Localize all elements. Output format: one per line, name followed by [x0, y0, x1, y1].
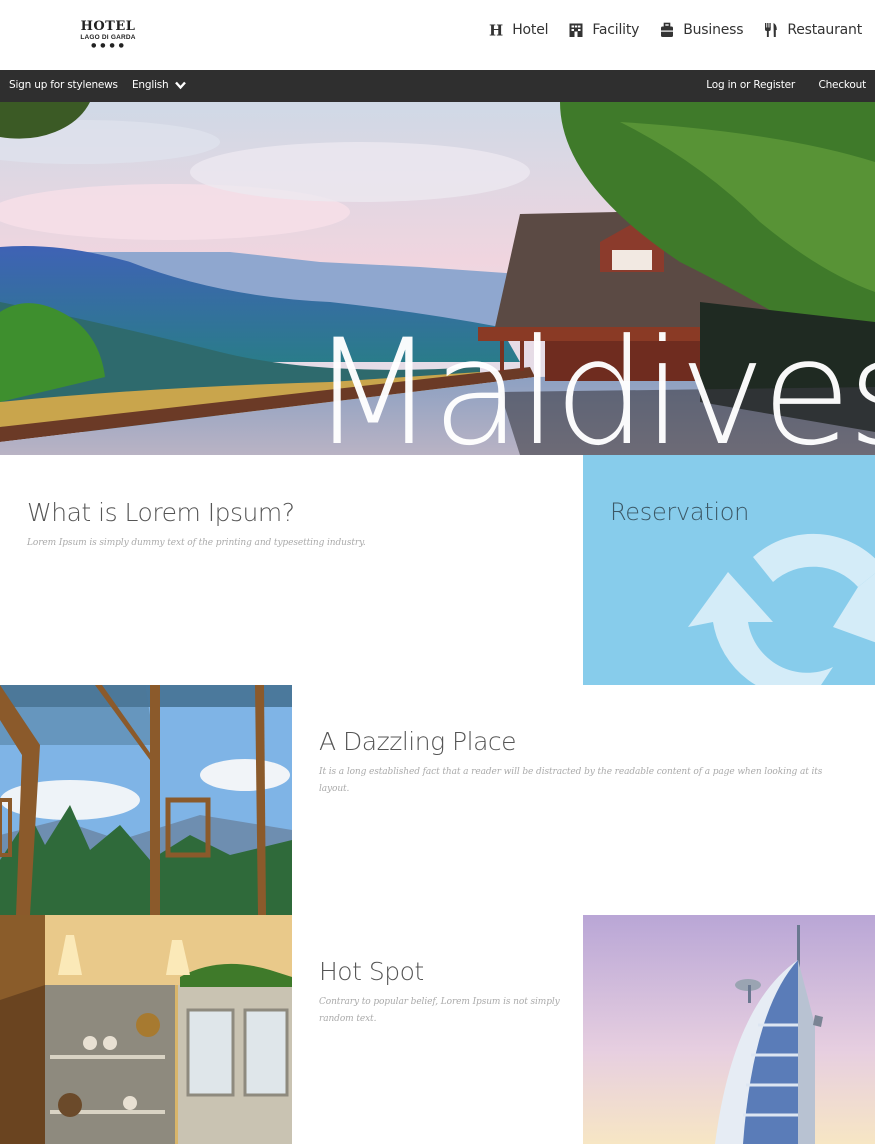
nav-restaurant-label: Restaurant — [787, 22, 862, 38]
logo-title: HOTEL — [80, 19, 136, 34]
hotspot-heading: Hot Spot — [319, 957, 424, 986]
kitchen-interior-image — [0, 915, 292, 1144]
main-nav: H Hotel Facility Business Restaurant — [488, 22, 862, 38]
building-icon — [568, 22, 584, 38]
svg-text:H: H — [489, 22, 503, 38]
hotspot-section: Hot Spot Contrary to popular belief, Lor… — [319, 956, 569, 1028]
lorem-text: Lorem Ipsum is simply dummy text of the … — [27, 538, 366, 548]
briefcase-icon — [659, 22, 675, 38]
chevron-down-icon — [174, 81, 186, 90]
reservation-tile[interactable]: Reservation — [583, 455, 875, 685]
nav-hotel[interactable]: H Hotel — [488, 22, 548, 38]
cutlery-icon — [763, 22, 779, 38]
sail-tower-image — [583, 915, 875, 1144]
login-register-link[interactable]: Log in or Register — [706, 79, 795, 91]
dazzling-text: It is a long established fact that a rea… — [319, 767, 823, 794]
dazzling-heading: A Dazzling Place — [319, 727, 517, 756]
hero-title: Maldives — [310, 308, 875, 455]
hero-banner: Maldives — [0, 102, 875, 455]
nav-business-label: Business — [683, 22, 744, 38]
checkout-link[interactable]: Checkout — [818, 79, 866, 91]
refresh-icon — [688, 533, 875, 685]
language-label: English — [132, 79, 169, 91]
utility-bar: Sign up for stylenews English Log in or … — [0, 70, 875, 102]
hotel-logo[interactable]: HOTEL LAGO DI GARDA ● ● ● ● — [72, 20, 144, 49]
language-selector[interactable]: English — [132, 79, 186, 91]
nav-facility[interactable]: Facility — [568, 22, 639, 38]
dazzling-section: A Dazzling Place It is a long establishe… — [319, 726, 849, 798]
nav-business[interactable]: Business — [659, 22, 744, 38]
nav-facility-label: Facility — [592, 22, 640, 38]
nav-restaurant[interactable]: Restaurant — [763, 22, 862, 38]
hotspot-text: Contrary to popular belief, Lorem Ipsum … — [319, 997, 560, 1024]
h-letter-icon: H — [488, 22, 504, 38]
lorem-heading: What is Lorem Ipsum? — [27, 498, 295, 527]
reservation-label: Reservation — [610, 498, 750, 526]
logo-dots: ● ● ● ● — [91, 42, 125, 49]
lorem-section: What is Lorem Ipsum? Lorem Ipsum is simp… — [27, 497, 567, 552]
site-header: HOTEL LAGO DI GARDA ● ● ● ● H Hotel Faci… — [0, 0, 875, 70]
window-view-image — [0, 685, 292, 915]
nav-hotel-label: Hotel — [512, 22, 549, 38]
logo-subtitle: LAGO DI GARDA — [80, 34, 136, 41]
newsletter-signup-link[interactable]: Sign up for stylenews — [9, 79, 118, 91]
